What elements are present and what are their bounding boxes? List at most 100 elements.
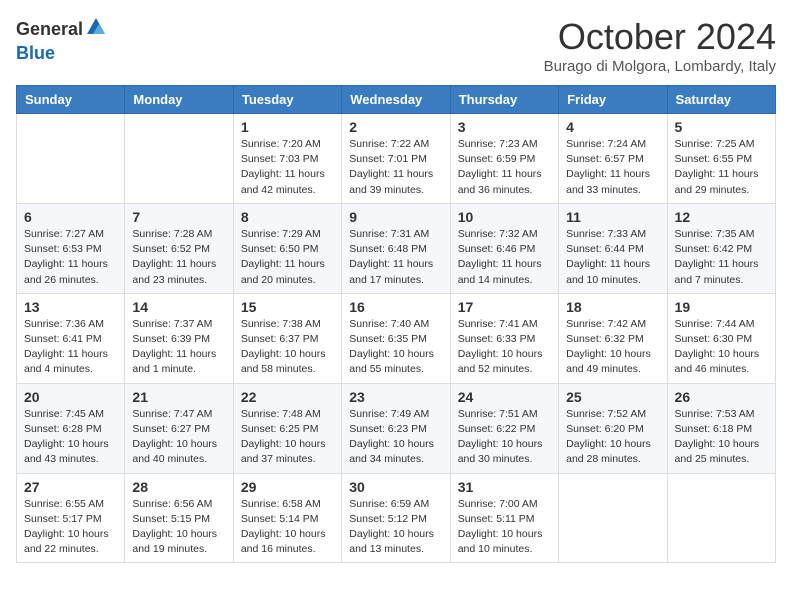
day-info: Sunrise: 7:25 AMSunset: 6:55 PMDaylight:… (675, 137, 768, 198)
calendar: SundayMondayTuesdayWednesdayThursdayFrid… (16, 85, 776, 563)
day-info: Sunrise: 7:32 AMSunset: 6:46 PMDaylight:… (458, 227, 551, 288)
calendar-cell: 8Sunrise: 7:29 AMSunset: 6:50 PMDaylight… (233, 203, 341, 293)
day-info: Sunrise: 7:53 AMSunset: 6:18 PMDaylight:… (675, 407, 768, 468)
day-info: Sunrise: 7:00 AMSunset: 5:11 PMDaylight:… (458, 497, 551, 558)
day-info: Sunrise: 6:59 AMSunset: 5:12 PMDaylight:… (349, 497, 442, 558)
week-row-2: 6Sunrise: 7:27 AMSunset: 6:53 PMDaylight… (17, 203, 776, 293)
calendar-cell: 26 Sunrise: 7:53 AMSunset: 6:18 PMDayligh… (667, 383, 775, 473)
logo-icon (85, 16, 107, 43)
calendar-cell: 3 Sunrise: 7:23 AMSunset: 6:59 PMDaylight… (450, 114, 558, 204)
day-info: Sunrise: 7:41 AMSunset: 6:33 PMDaylight:… (458, 317, 551, 378)
calendar-header-row: SundayMondayTuesdayWednesdayThursdayFrid… (17, 86, 776, 114)
calendar-cell: 19 Sunrise: 7:44 AMSunset: 6:30 PMDayligh… (667, 293, 775, 383)
day-header-friday: Friday (559, 86, 667, 114)
calendar-cell (559, 473, 667, 563)
day-number: 24 (458, 389, 551, 405)
calendar-cell (667, 473, 775, 563)
calendar-cell: 6Sunrise: 7:27 AMSunset: 6:53 PMDaylight… (17, 203, 125, 293)
day-info: Sunrise: 7:36 AMSunset: 6:41 PMDaylight:… (24, 317, 117, 378)
day-info: Sunrise: 6:56 AMSunset: 5:15 PMDaylight:… (132, 497, 225, 558)
day-number: 1 (241, 119, 334, 135)
day-info: Sunrise: 7:38 AMSunset: 6:37 PMDaylight:… (241, 317, 334, 378)
week-row-5: 27Sunrise: 6:55 AMSunset: 5:17 PMDayligh… (17, 473, 776, 563)
day-number: 6 (24, 209, 117, 225)
day-number: 26 (675, 389, 768, 405)
day-header-wednesday: Wednesday (342, 86, 450, 114)
calendar-cell: 25Sunrise: 7:52 AMSunset: 6:20 PMDayligh… (559, 383, 667, 473)
calendar-cell (125, 114, 233, 204)
day-info: Sunrise: 6:55 AMSunset: 5:17 PMDaylight:… (24, 497, 117, 558)
day-number: 11 (566, 209, 659, 225)
calendar-cell: 14 Sunrise: 7:37 AMSunset: 6:39 PMDayligh… (125, 293, 233, 383)
day-number: 3 (458, 119, 551, 135)
day-number: 18 (566, 299, 659, 315)
day-info: Sunrise: 7:24 AMSunset: 6:57 PMDaylight:… (566, 137, 659, 198)
calendar-cell: 16Sunrise: 7:40 AMSunset: 6:35 PMDayligh… (342, 293, 450, 383)
month-title: October 2024 (544, 16, 776, 58)
calendar-cell: 2 Sunrise: 7:22 AMSunset: 7:01 PMDaylight… (342, 114, 450, 204)
calendar-cell: 20 Sunrise: 7:45 AMSunset: 6:28 PMDayligh… (17, 383, 125, 473)
day-info: Sunrise: 7:20 AMSunset: 7:03 PMDaylight:… (241, 137, 334, 198)
calendar-cell: 1 Sunrise: 7:20 AMSunset: 7:03 PMDaylight… (233, 114, 341, 204)
day-info: Sunrise: 7:44 AMSunset: 6:30 PMDaylight:… (675, 317, 768, 378)
day-info: Sunrise: 7:51 AMSunset: 6:22 PMDaylight:… (458, 407, 551, 468)
calendar-cell: 24 Sunrise: 7:51 AMSunset: 6:22 PMDayligh… (450, 383, 558, 473)
day-info: Sunrise: 7:48 AMSunset: 6:25 PMDaylight:… (241, 407, 334, 468)
day-info: Sunrise: 7:42 AMSunset: 6:32 PMDaylight:… (566, 317, 659, 378)
week-row-4: 20 Sunrise: 7:45 AMSunset: 6:28 PMDayligh… (17, 383, 776, 473)
calendar-cell: 15 Sunrise: 7:38 AMSunset: 6:37 PMDayligh… (233, 293, 341, 383)
location: Burago di Molgora, Lombardy, Italy (544, 58, 776, 75)
day-number: 4 (566, 119, 659, 135)
calendar-cell: 23 Sunrise: 7:49 AMSunset: 6:23 PMDayligh… (342, 383, 450, 473)
calendar-cell: 17Sunrise: 7:41 AMSunset: 6:33 PMDayligh… (450, 293, 558, 383)
week-row-3: 13 Sunrise: 7:36 AMSunset: 6:41 PMDayligh… (17, 293, 776, 383)
day-info: Sunrise: 7:49 AMSunset: 6:23 PMDaylight:… (349, 407, 442, 468)
logo-text: General (16, 16, 107, 43)
day-info: Sunrise: 7:31 AMSunset: 6:48 PMDaylight:… (349, 227, 442, 288)
day-number: 19 (675, 299, 768, 315)
page: General Blue October 2024 Burago di Molg… (0, 0, 792, 573)
day-info: Sunrise: 6:58 AMSunset: 5:14 PMDaylight:… (241, 497, 334, 558)
day-number: 10 (458, 209, 551, 225)
day-info: Sunrise: 7:37 AMSunset: 6:39 PMDaylight:… (132, 317, 225, 378)
calendar-cell: 29 Sunrise: 6:58 AMSunset: 5:14 PMDayligh… (233, 473, 341, 563)
logo-general: General (16, 19, 83, 40)
day-number: 31 (458, 479, 551, 495)
day-number: 8 (241, 209, 334, 225)
calendar-cell (17, 114, 125, 204)
calendar-cell: 22 Sunrise: 7:48 AMSunset: 6:25 PMDayligh… (233, 383, 341, 473)
day-number: 2 (349, 119, 442, 135)
day-number: 12 (675, 209, 768, 225)
calendar-cell: 30 Sunrise: 6:59 AMSunset: 5:12 PMDayligh… (342, 473, 450, 563)
day-info: Sunrise: 7:23 AMSunset: 6:59 PMDaylight:… (458, 137, 551, 198)
week-row-1: 1 Sunrise: 7:20 AMSunset: 7:03 PMDaylight… (17, 114, 776, 204)
day-number: 14 (132, 299, 225, 315)
day-info: Sunrise: 7:28 AMSunset: 6:52 PMDaylight:… (132, 227, 225, 288)
logo-blue: Blue (16, 43, 55, 64)
day-number: 15 (241, 299, 334, 315)
calendar-cell: 11 Sunrise: 7:33 AMSunset: 6:44 PMDayligh… (559, 203, 667, 293)
calendar-cell: 21Sunrise: 7:47 AMSunset: 6:27 PMDayligh… (125, 383, 233, 473)
day-number: 23 (349, 389, 442, 405)
day-number: 30 (349, 479, 442, 495)
day-info: Sunrise: 7:22 AMSunset: 7:01 PMDaylight:… (349, 137, 442, 198)
calendar-cell: 4 Sunrise: 7:24 AMSunset: 6:57 PMDaylight… (559, 114, 667, 204)
calendar-cell: 18 Sunrise: 7:42 AMSunset: 6:32 PMDayligh… (559, 293, 667, 383)
day-info: Sunrise: 7:33 AMSunset: 6:44 PMDaylight:… (566, 227, 659, 288)
day-number: 5 (675, 119, 768, 135)
calendar-cell: 28Sunrise: 6:56 AMSunset: 5:15 PMDayligh… (125, 473, 233, 563)
calendar-cell: 5 Sunrise: 7:25 AMSunset: 6:55 PMDaylight… (667, 114, 775, 204)
day-number: 25 (566, 389, 659, 405)
calendar-cell: 7Sunrise: 7:28 AMSunset: 6:52 PMDaylight… (125, 203, 233, 293)
day-header-tuesday: Tuesday (233, 86, 341, 114)
calendar-cell: 10 Sunrise: 7:32 AMSunset: 6:46 PMDayligh… (450, 203, 558, 293)
calendar-cell: 12Sunrise: 7:35 AMSunset: 6:42 PMDayligh… (667, 203, 775, 293)
day-number: 20 (24, 389, 117, 405)
day-number: 9 (349, 209, 442, 225)
day-number: 13 (24, 299, 117, 315)
day-number: 29 (241, 479, 334, 495)
day-info: Sunrise: 7:40 AMSunset: 6:35 PMDaylight:… (349, 317, 442, 378)
day-number: 22 (241, 389, 334, 405)
day-number: 21 (132, 389, 225, 405)
day-info: Sunrise: 7:45 AMSunset: 6:28 PMDaylight:… (24, 407, 117, 468)
